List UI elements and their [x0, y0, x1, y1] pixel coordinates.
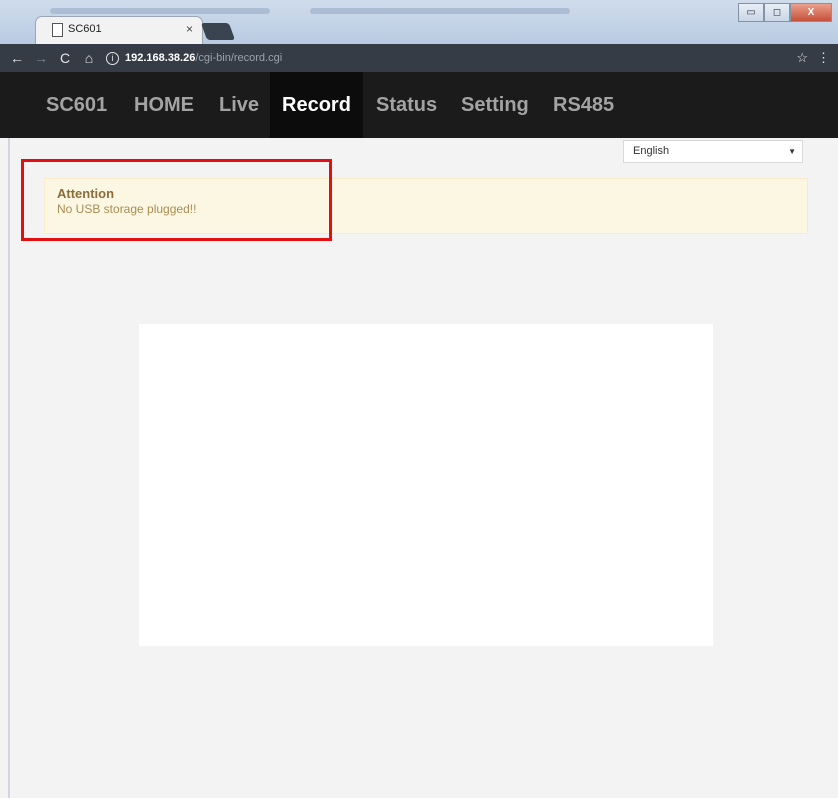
maximize-button[interactable]: ◻: [764, 3, 790, 22]
window-controls: ▭ ◻ X: [738, 3, 832, 22]
nav-live[interactable]: Live: [219, 72, 259, 138]
blurred-title-text: [310, 8, 570, 14]
bookmark-star-icon[interactable]: ☆: [796, 50, 808, 66]
address-bar[interactable]: i 192.168.38.26 /cgi-bin/record.cgi: [106, 51, 283, 65]
browser-toolbar: ← → C ⌂ i 192.168.38.26 /cgi-bin/record.…: [0, 44, 838, 72]
language-select[interactable]: English ▼: [623, 140, 803, 163]
app-navbar: SC601 HOME Live Record Status Setting RS…: [0, 72, 838, 138]
reload-icon[interactable]: C: [58, 50, 72, 66]
back-icon[interactable]: ←: [10, 50, 24, 66]
blurred-title-text: [50, 8, 270, 14]
red-highlight-box: [21, 159, 332, 241]
minimize-button[interactable]: ▭: [738, 3, 764, 22]
new-tab-button[interactable]: [200, 23, 236, 40]
close-button[interactable]: X: [790, 3, 832, 22]
nav-setting[interactable]: Setting: [461, 72, 529, 138]
tab-title: SC601: [68, 23, 102, 35]
info-icon[interactable]: i: [106, 51, 119, 65]
dropdown-caret-icon: ▼: [788, 147, 796, 156]
url-path: /cgi-bin/record.cgi: [195, 52, 283, 64]
home-icon[interactable]: ⌂: [82, 50, 96, 66]
nav-record[interactable]: Record: [270, 72, 363, 138]
forward-icon[interactable]: →: [34, 50, 48, 66]
tab-close-icon[interactable]: ×: [186, 22, 193, 36]
language-selected: English: [633, 145, 670, 157]
browser-tab[interactable]: SC601 ×: [36, 17, 202, 44]
browser-menu-icon[interactable]: ⋮: [817, 50, 830, 66]
nav-home[interactable]: HOME: [134, 72, 194, 138]
recording-video-area: [139, 324, 713, 646]
nav-rs485[interactable]: RS485: [553, 72, 614, 138]
left-border: [8, 138, 10, 798]
window-titlebar: SC601 × ▭ ◻ X: [0, 0, 838, 44]
page-icon: [52, 23, 63, 37]
nav-status[interactable]: Status: [376, 72, 437, 138]
url-host: 192.168.38.26: [125, 52, 196, 64]
brand-link[interactable]: SC601: [46, 72, 107, 138]
